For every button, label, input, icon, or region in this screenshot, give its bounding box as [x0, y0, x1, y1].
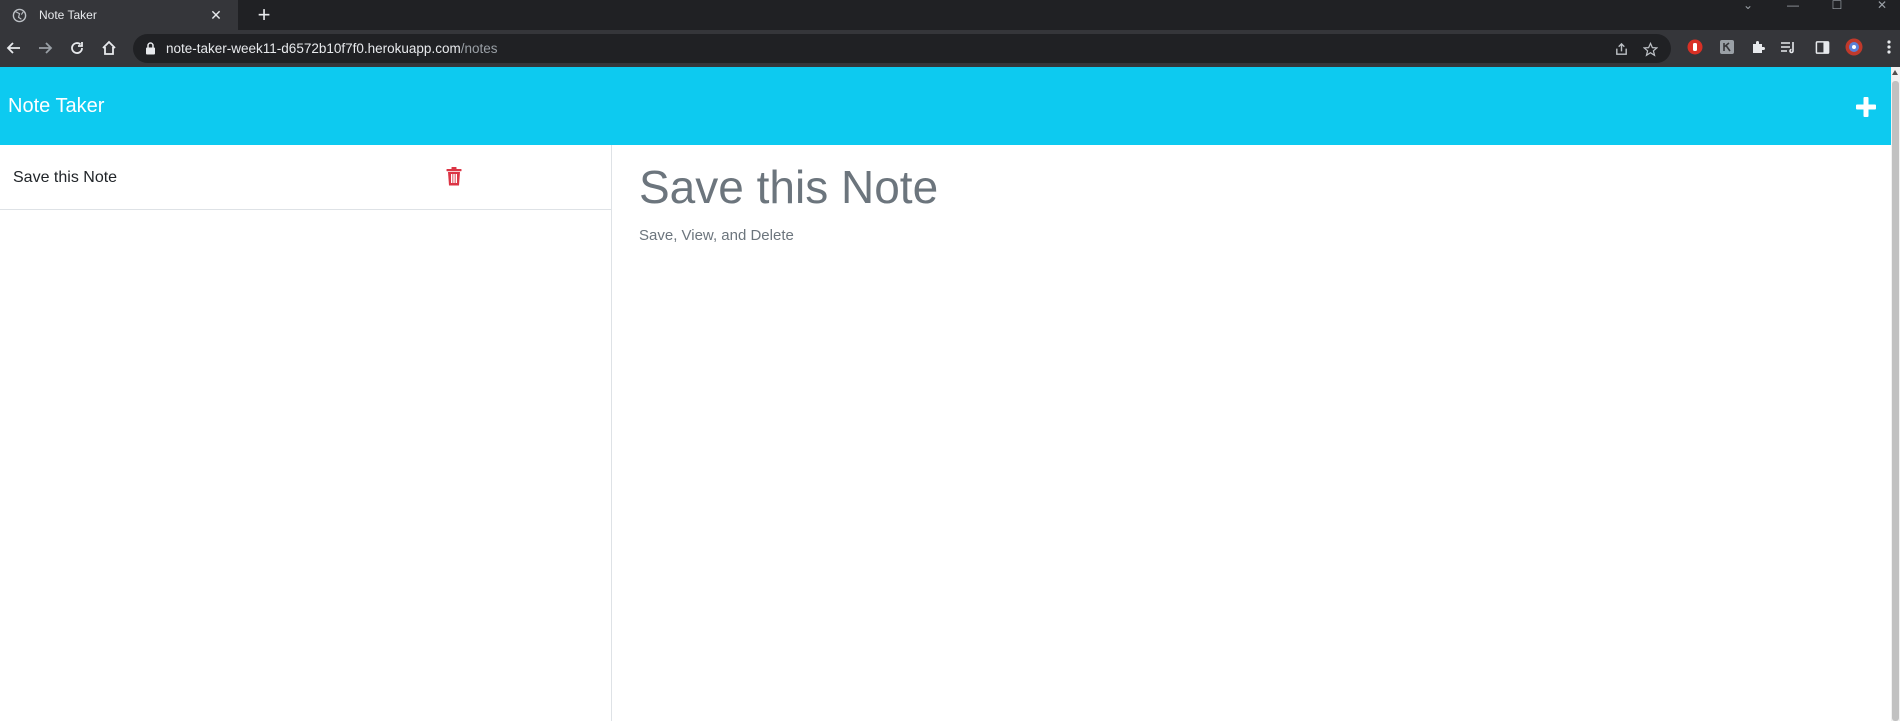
url-host: note-taker-week11-d6572b10f7f0.herokuapp… — [166, 41, 461, 56]
menu-icon[interactable] — [1880, 38, 1898, 56]
plus-icon[interactable] — [1855, 96, 1877, 118]
browser-toolbar: note-taker-week11-d6572b10f7f0.herokuapp… — [0, 30, 1900, 67]
reading-list-icon[interactable] — [1779, 38, 1797, 56]
page-scrollbar[interactable] — [1891, 67, 1900, 721]
puzzle-icon[interactable] — [1749, 38, 1767, 56]
back-icon[interactable] — [4, 38, 24, 58]
note-list-title[interactable]: Save this Note — [13, 169, 117, 187]
note-editor: Save this Note Save, View, and Delete — [613, 145, 1891, 721]
maximize-button[interactable]: ☐ — [1822, 0, 1852, 30]
window-close-button[interactable]: ✕ — [1867, 0, 1897, 30]
lock-icon[interactable] — [145, 42, 156, 60]
tab-search-icon[interactable]: ⌄ — [1733, 0, 1763, 30]
note-title-input[interactable]: Save this Note — [639, 160, 938, 214]
notes-list: Save this Note — [0, 145, 612, 721]
share-icon[interactable] — [1613, 41, 1629, 57]
star-icon[interactable] — [1642, 41, 1658, 57]
address-bar[interactable]: note-taker-week11-d6572b10f7f0.herokuapp… — [133, 34, 1671, 63]
globe-icon — [12, 8, 27, 23]
url-path: /notes — [460, 41, 498, 56]
new-tab-button[interactable]: + — [252, 3, 276, 27]
profile-avatar[interactable] — [1845, 38, 1863, 56]
scrollbar-thumb[interactable] — [1892, 81, 1899, 721]
note-text-textarea[interactable]: Save, View, and Delete — [639, 227, 794, 244]
home-icon[interactable] — [99, 38, 119, 58]
url-text: note-taker-week11-d6572b10f7f0.herokuapp… — [166, 41, 497, 56]
scroll-up-arrow[interactable] — [1892, 70, 1898, 75]
minimize-button[interactable]: — — [1778, 0, 1808, 30]
trash-icon[interactable] — [446, 167, 462, 186]
list-item[interactable]: Save this Note — [0, 145, 612, 210]
reload-icon[interactable] — [67, 38, 87, 58]
side-panel-icon[interactable] — [1813, 38, 1831, 56]
forward-icon[interactable] — [35, 38, 55, 58]
app-navbar: Note Taker — [0, 67, 1891, 145]
browser-tabstrip: Note Taker ✕ + ⌄ — ☐ ✕ — [0, 0, 1900, 30]
navbar-brand[interactable]: Note Taker — [8, 95, 104, 118]
browser-tab[interactable]: Note Taker ✕ — [0, 0, 238, 30]
tab-title: Note Taker — [39, 8, 97, 22]
adblock-extension-icon[interactable] — [1686, 38, 1704, 56]
close-icon[interactable]: ✕ — [208, 8, 224, 22]
extension-icon[interactable] — [1718, 38, 1736, 56]
